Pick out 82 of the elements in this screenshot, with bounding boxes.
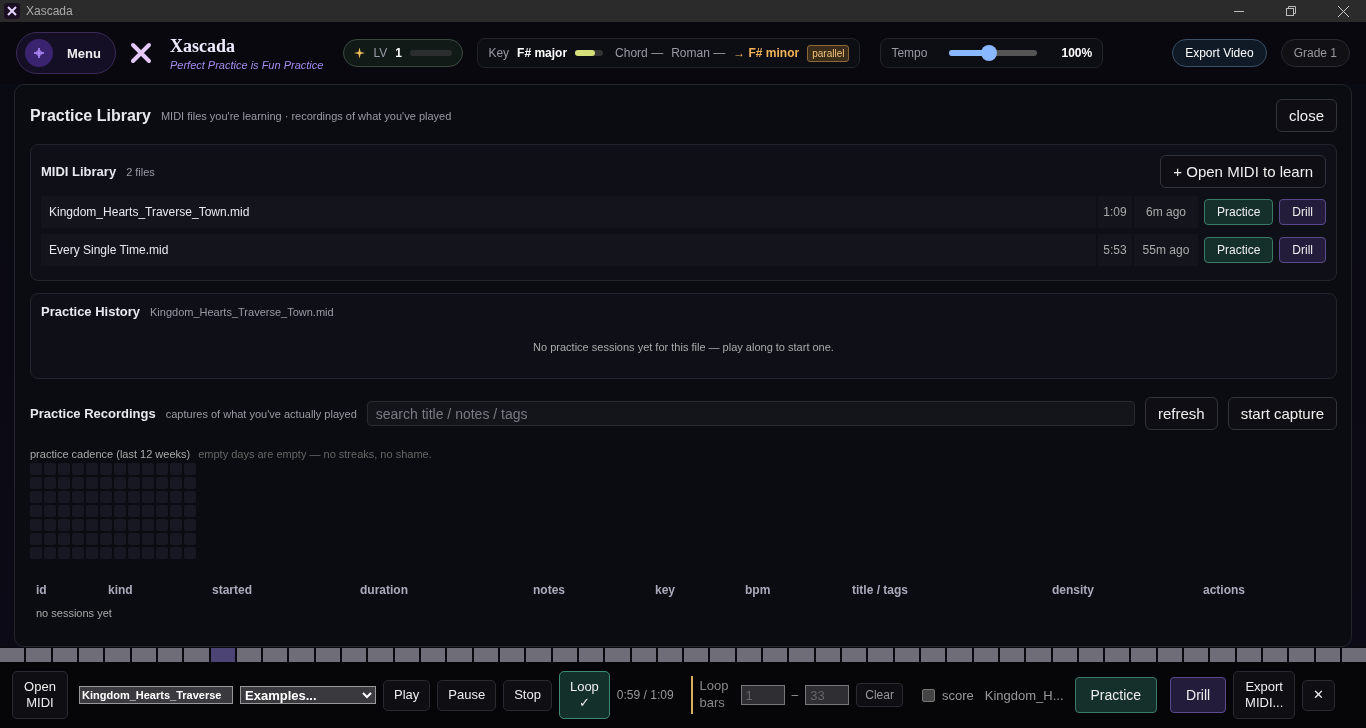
menu-button[interactable]: Menu [16,32,116,74]
open-midi-button[interactable]: Open MIDI [12,671,68,719]
key-label: Key [488,46,510,60]
examples-dropdown[interactable]: Examples... [240,686,376,704]
loop-bars-label: Loop bars [699,678,730,712]
column-header: bpm [745,583,772,597]
column-header: duration [360,583,409,597]
score-label: score [941,687,974,703]
parallel-tag: parallel [807,44,850,62]
start-capture-button[interactable]: start capture [1227,397,1337,430]
empty-message: No practice sessions yet for this file — play along to start one. [532,341,835,353]
restore-icon [1286,6,1296,16]
section-title: Practice History [41,304,140,319]
play-button[interactable]: Play [383,679,431,711]
sparkle-icon [354,47,366,59]
tempo-label: Tempo [891,46,928,60]
cadence-note: empty days are empty — no streaks, no shame. [198,448,432,460]
cadence-label: practice cadence (last 12 weeks) [30,448,191,460]
range-dash: – [791,688,799,702]
column-header: id [36,583,48,597]
loop-start-field[interactable]: 1 [740,685,785,705]
level-value: 1 [395,46,402,60]
recordings-subtitle: captures of what you've actually played [165,407,357,420]
panel-subtitle: MIDI files you're learning · recordings of what you've played [160,109,452,122]
minimize-icon [1234,10,1244,12]
loop-button[interactable]: Loop ✓ [558,671,610,719]
practice-button[interactable]: Practice [1203,237,1274,263]
app-icon [4,3,20,19]
close-button[interactable]: ✕ [1302,679,1336,711]
stop-button[interactable]: Stop [503,679,552,711]
drill-button[interactable]: Drill [1170,677,1227,713]
file-duration: 1:09 [1097,196,1132,228]
column-header: actions [1203,583,1246,597]
file-duration: 5:53 [1097,234,1132,266]
open-midi-button[interactable]: + Open MIDI to learn [1160,155,1326,188]
section-title: MIDI Library [41,164,117,179]
logo-icon [129,42,152,64]
chord-label: Chord — [615,46,664,60]
drill-button[interactable]: Drill [1279,199,1326,225]
file-name-field[interactable]: Kingdom_Hearts_Traverse [79,686,233,704]
tagline: Perfect Practice is Fun Practice [169,58,324,71]
tempo-thumb[interactable] [981,45,998,61]
menu-icon [25,39,53,67]
close-icon [1337,5,1349,17]
close-button[interactable]: close [1275,99,1337,132]
clear-button[interactable]: Clear [856,683,903,707]
playback-time: 0:59 / 1:09 [616,688,674,702]
file-age: 55m ago [1133,234,1198,266]
file-age: 6m ago [1133,196,1198,228]
loop-end-field[interactable]: 33 [805,685,850,705]
file-count: 2 files [126,165,155,178]
column-header: title / tags [852,583,909,597]
file-name: Every Single Time.mid [41,234,1096,266]
tempo-reading: 100% [1061,46,1093,60]
column-header: key [655,583,677,597]
roman-label: Roman — [671,46,726,60]
refresh-button[interactable]: refresh [1144,397,1218,430]
current-file: Kingdom_H... [984,687,1064,703]
pause-button[interactable]: Pause [437,679,497,711]
export-midi-button[interactable]: Export MIDI... [1233,671,1296,719]
column-header: started [212,583,253,597]
drill-button[interactable]: Drill [1279,237,1326,263]
column-header: notes [533,583,566,597]
export-video-button[interactable]: Export Video [1172,39,1267,67]
file-name: Kingdom_Hearts_Traverse_Town.mid [41,196,1096,228]
target-key: → F# minor [733,46,800,60]
panel-title: Practice Library [30,106,151,125]
search-field[interactable]: search title / notes / tags [366,401,1135,426]
empty-message: no sessions yet [36,607,113,619]
section-title: Practice Recordings [30,406,156,421]
app-name: Xascada [169,35,236,57]
window-title: Xascada [26,4,74,18]
column-header: kind [108,583,134,597]
xp-bar [409,50,453,56]
practice-button[interactable]: Practice [1074,677,1158,713]
score-checkbox[interactable] [921,688,935,702]
level-label: LV [373,46,388,60]
grade-button[interactable]: Grade 1 [1280,39,1350,67]
key-value: F# major [517,46,568,60]
history-file: Kingdom_Hearts_Traverse_Town.mid [150,305,334,318]
column-header: density [1052,583,1095,597]
practice-button[interactable]: Practice [1203,199,1274,225]
